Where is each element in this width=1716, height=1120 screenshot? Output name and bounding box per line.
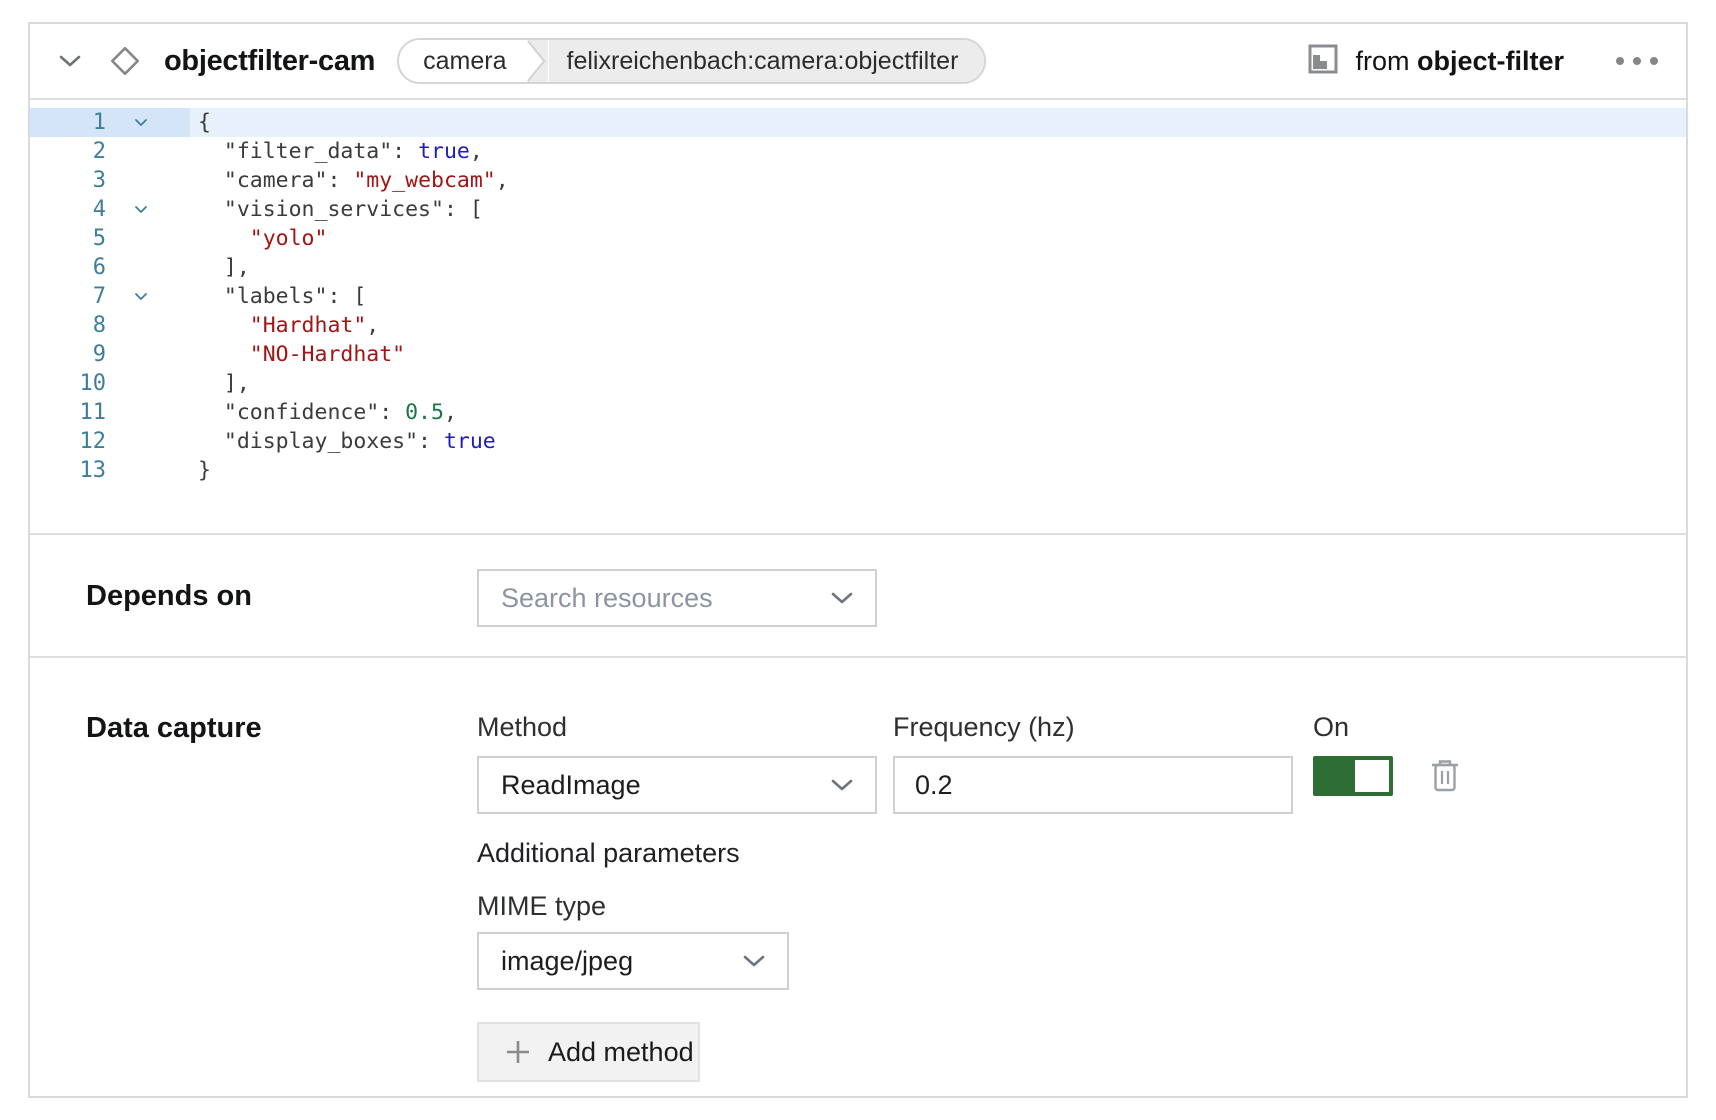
toggle-on-label: On — [1313, 712, 1460, 743]
code-line[interactable]: 6 ], — [30, 253, 1686, 282]
toggle-knob — [1355, 760, 1389, 792]
resource-name: objectfilter-cam — [164, 45, 375, 78]
additional-parameters-label: Additional parameters — [477, 838, 1460, 869]
code-text: "labels": [ — [190, 284, 366, 309]
line-number: 6 — [30, 255, 106, 280]
ellipsis-menu-icon[interactable] — [1616, 57, 1658, 65]
code-text: "yolo" — [190, 226, 327, 251]
code-line[interactable]: 13} — [30, 456, 1686, 485]
depends-on-label: Depends on — [86, 569, 477, 656]
code-text: "Hardhat", — [190, 313, 379, 338]
code-line[interactable]: 4 "vision_services": [ — [30, 195, 1686, 224]
line-number: 9 — [30, 342, 106, 367]
mime-type-select[interactable]: image/jpeg — [477, 932, 789, 990]
frequency-label: Frequency (hz) — [893, 712, 1293, 743]
code-line[interactable]: 11 "confidence": 0.5, — [30, 398, 1686, 427]
add-method-button[interactable]: Add method — [477, 1022, 700, 1082]
line-number: 11 — [30, 400, 106, 425]
code-line[interactable]: 7 "labels": [ — [30, 282, 1686, 311]
code-text: ], — [190, 255, 250, 280]
method-value: ReadImage — [501, 770, 641, 801]
editor-gutter: 13 — [30, 456, 190, 485]
code-text: "vision_services": [ — [190, 197, 483, 222]
line-number: 2 — [30, 139, 106, 164]
card-header: objectfilter-cam camera felixreichenbach… — [30, 24, 1686, 100]
fold-chevron-icon[interactable] — [106, 292, 176, 301]
depends-on-select[interactable]: Search resources — [477, 569, 877, 627]
data-capture-fields: Method ReadImage Frequency (hz) On — [477, 712, 1460, 1096]
editor-gutter: 6 — [30, 253, 190, 282]
chevron-down-icon — [743, 955, 765, 968]
editor-gutter: 7 — [30, 282, 190, 311]
code-text: "filter_data": true, — [190, 139, 483, 164]
code-text: "NO-Hardhat" — [190, 342, 405, 367]
editor-gutter: 5 — [30, 224, 190, 253]
code-text: "display_boxes": true — [190, 429, 496, 454]
code-editor[interactable]: 1{2 "filter_data": true,3 "camera": "my_… — [30, 100, 1686, 533]
method-select[interactable]: ReadImage — [477, 756, 877, 814]
editor-gutter: 3 — [30, 166, 190, 195]
mime-type-value: image/jpeg — [501, 946, 633, 977]
line-number: 10 — [30, 371, 106, 396]
data-capture-section: Data capture Method ReadImage Frequency … — [30, 656, 1686, 1096]
editor-gutter: 4 — [30, 195, 190, 224]
method-label: Method — [477, 712, 877, 743]
code-text: "confidence": 0.5, — [190, 400, 457, 425]
line-number: 1 — [30, 110, 106, 135]
line-number: 13 — [30, 458, 106, 483]
line-number: 8 — [30, 313, 106, 338]
add-method-label: Add method — [548, 1037, 694, 1068]
resource-config-card: objectfilter-cam camera felixreichenbach… — [28, 22, 1688, 1098]
editor-gutter: 12 — [30, 427, 190, 456]
line-number: 4 — [30, 197, 106, 222]
code-line[interactable]: 9 "NO-Hardhat" — [30, 340, 1686, 369]
mime-type-label: MIME type — [477, 891, 1460, 922]
capture-method-row: Method ReadImage Frequency (hz) On — [477, 712, 1460, 814]
code-text: } — [190, 458, 211, 483]
frequency-input[interactable] — [893, 756, 1293, 814]
badge-model-segment: felixreichenbach:camera:objectfilter — [549, 40, 985, 82]
card-header-left: objectfilter-cam camera felixreichenbach… — [58, 38, 986, 84]
from-label: from — [1355, 46, 1409, 76]
editor-gutter: 1 — [30, 108, 190, 137]
line-number: 12 — [30, 429, 106, 454]
code-line[interactable]: 1{ — [30, 108, 1686, 137]
code-line[interactable]: 5 "yolo" — [30, 224, 1686, 253]
fold-chevron-icon[interactable] — [106, 118, 176, 127]
from-module-name: object-filter — [1417, 46, 1564, 76]
plus-icon — [505, 1039, 531, 1065]
line-number: 5 — [30, 226, 106, 251]
code-line[interactable]: 2 "filter_data": true, — [30, 137, 1686, 166]
code-line[interactable]: 3 "camera": "my_webcam", — [30, 166, 1686, 195]
code-line[interactable]: 12 "display_boxes": true — [30, 427, 1686, 456]
code-line[interactable]: 8 "Hardhat", — [30, 311, 1686, 340]
chevron-down-icon — [831, 779, 853, 792]
data-capture-label: Data capture — [86, 712, 477, 1096]
code-text: { — [190, 110, 211, 135]
resource-type-badge: camera felixreichenbach:camera:objectfil… — [397, 38, 986, 84]
editor-gutter: 2 — [30, 137, 190, 166]
from-module-link[interactable]: from object-filter — [1355, 46, 1564, 77]
badge-chevron-divider — [523, 40, 549, 82]
collapse-chevron-icon[interactable] — [58, 54, 82, 68]
capture-on-toggle[interactable] — [1313, 756, 1393, 796]
trash-icon[interactable] — [1430, 759, 1460, 793]
code-text: ], — [190, 371, 250, 396]
code-line[interactable]: 10 ], — [30, 369, 1686, 398]
line-number: 7 — [30, 284, 106, 309]
badge-type-segment: camera — [399, 40, 522, 82]
card-header-right: from object-filter — [1307, 43, 1658, 80]
fold-chevron-icon[interactable] — [106, 205, 176, 214]
depends-on-placeholder: Search resources — [501, 583, 713, 614]
editor-gutter: 9 — [30, 340, 190, 369]
editor-gutter: 10 — [30, 369, 190, 398]
depends-on-section: Depends on Search resources — [30, 533, 1686, 656]
chevron-down-icon — [831, 592, 853, 605]
module-icon — [1307, 43, 1339, 80]
editor-gutter: 11 — [30, 398, 190, 427]
editor-gutter: 8 — [30, 311, 190, 340]
code-text: "camera": "my_webcam", — [190, 168, 509, 193]
line-number: 3 — [30, 168, 106, 193]
camera-resource-diamond-icon — [106, 42, 144, 80]
